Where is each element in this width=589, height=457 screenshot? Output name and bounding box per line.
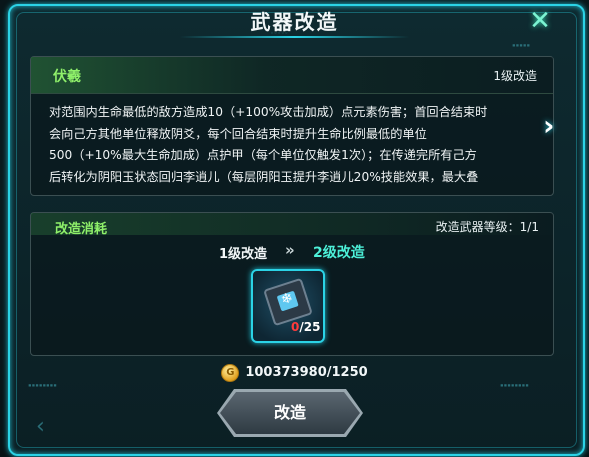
weapon-name: 伏羲: [53, 69, 81, 85]
from-level-label: 1级改造: [219, 247, 268, 262]
upgrade-button-label: 改造: [273, 403, 306, 422]
cost-title: 改造消耗: [55, 222, 108, 237]
to-level-label: 2级改造: [313, 245, 365, 261]
current-level-label: 1级改造: [493, 69, 537, 83]
material-slot[interactable]: ❄ 0/25: [251, 269, 325, 343]
snowflake-icon: ❄: [279, 289, 296, 309]
currency-amount: 100373980/1250: [245, 365, 368, 380]
weapon-header: 伏羲 1级改造: [31, 57, 553, 94]
chevron-right-icon: »: [285, 241, 295, 259]
upgrade-button[interactable]: 改造: [217, 389, 363, 437]
weapon-info-panel: 伏羲 1级改造 对范围内生命最低的敌方造成10（+100%攻击加成）点元素伤害；…: [30, 56, 554, 196]
upgrade-cost-panel: 改造消耗 改造武器等级：1/1 1级改造 » 2级改造 ❄ 0/25: [30, 212, 554, 356]
material-count: 0/25: [291, 320, 320, 334]
description-line: 对范围内生命最低的敌方造成10（+100%攻击加成）点元素伤害；首回合结束时: [49, 105, 488, 119]
decor-text: ▪▪▪▪▪▪▪▪: [500, 382, 529, 389]
description-line: 后转化为阴阳玉状态回归李逍儿（每层阴阳玉提升李逍儿20%技能效果，最大叠: [49, 169, 479, 184]
currency-row: G 100373980/1250: [0, 362, 589, 382]
chip-icon: ❄: [263, 277, 313, 327]
dialog-title: 武器改造: [250, 10, 339, 34]
weapon-description[interactable]: 对范围内生命最低的敌方造成10（+100%攻击加成）点元素伤害；首回合结束时 会…: [49, 102, 545, 188]
material-need: /25: [299, 320, 321, 334]
decor-text: ▪▪▪▪▪▪▪▪: [28, 382, 57, 389]
title-divider: [180, 36, 409, 38]
description-line: 500（+10%最大生命加成）点护甲（每个单位仅触发1次）；在传递完所有己方: [49, 148, 477, 162]
decor-text: ◦◦◦◦◦: [270, 30, 289, 37]
chip-core: ❄: [276, 289, 299, 312]
next-arrow-icon[interactable]: ›: [543, 112, 555, 140]
prev-arrow-icon[interactable]: ‹: [36, 416, 45, 438]
description-line: 会向己方其他单位释放阴爻，每个回合结束时提升生命比例最低的单位: [49, 126, 427, 141]
close-icon[interactable]: ✕: [526, 8, 554, 34]
decor-text: ▪▪▪▪▪: [512, 42, 531, 49]
gold-coin-icon: G: [221, 363, 240, 382]
weapon-level-label: 改造武器等级：1/1: [435, 220, 539, 234]
